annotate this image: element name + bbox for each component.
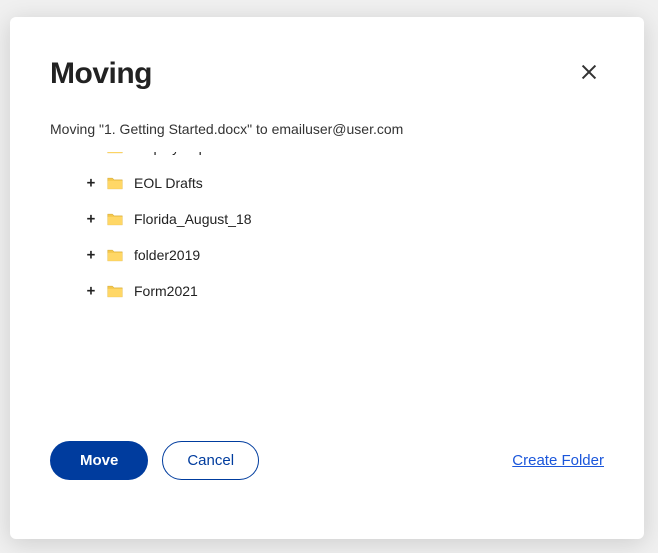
folder-row[interactable]: + Form2021 xyxy=(52,273,606,309)
expand-icon[interactable]: + xyxy=(84,284,98,298)
cancel-button[interactable]: Cancel xyxy=(162,441,259,480)
folder-name-label: Florida_August_18 xyxy=(134,211,252,227)
expand-icon[interactable]: + xyxy=(84,151,98,154)
modal-title: Moving xyxy=(50,57,152,91)
move-subtitle: Moving "1. Getting Started.docx" to emai… xyxy=(10,91,644,151)
modal-header: Moving xyxy=(10,17,644,91)
folder-row[interactable]: + folder2019 xyxy=(52,237,606,273)
folder-name-label: employee photos xyxy=(134,151,241,155)
folder-name-label: folder2019 xyxy=(134,247,200,263)
folder-name-label: EOL Drafts xyxy=(134,175,203,191)
modal-footer: Move Cancel Create Folder xyxy=(10,399,644,516)
expand-icon[interactable]: + xyxy=(84,176,98,190)
move-modal: Moving Moving "1. Getting Started.docx" … xyxy=(10,17,644,539)
folder-icon xyxy=(106,176,124,191)
folder-name-label: Form2021 xyxy=(134,283,198,299)
expand-icon[interactable]: + xyxy=(84,248,98,262)
folder-icon xyxy=(106,151,124,155)
move-button[interactable]: Move xyxy=(50,441,148,480)
create-folder-link[interactable]: Create Folder xyxy=(512,452,604,469)
folder-tree[interactable]: +electronic-signature-send+emailuser@use… xyxy=(52,151,606,399)
folder-icon xyxy=(106,212,124,227)
folder-row[interactable]: + employee photos xyxy=(52,151,606,165)
expand-icon[interactable]: + xyxy=(84,212,98,226)
close-button[interactable] xyxy=(574,57,604,87)
folder-icon xyxy=(106,284,124,299)
folder-icon xyxy=(106,248,124,263)
folder-row[interactable]: + EOL Drafts xyxy=(52,165,606,201)
close-icon xyxy=(578,61,600,83)
folder-row[interactable]: + Florida_August_18 xyxy=(52,201,606,237)
